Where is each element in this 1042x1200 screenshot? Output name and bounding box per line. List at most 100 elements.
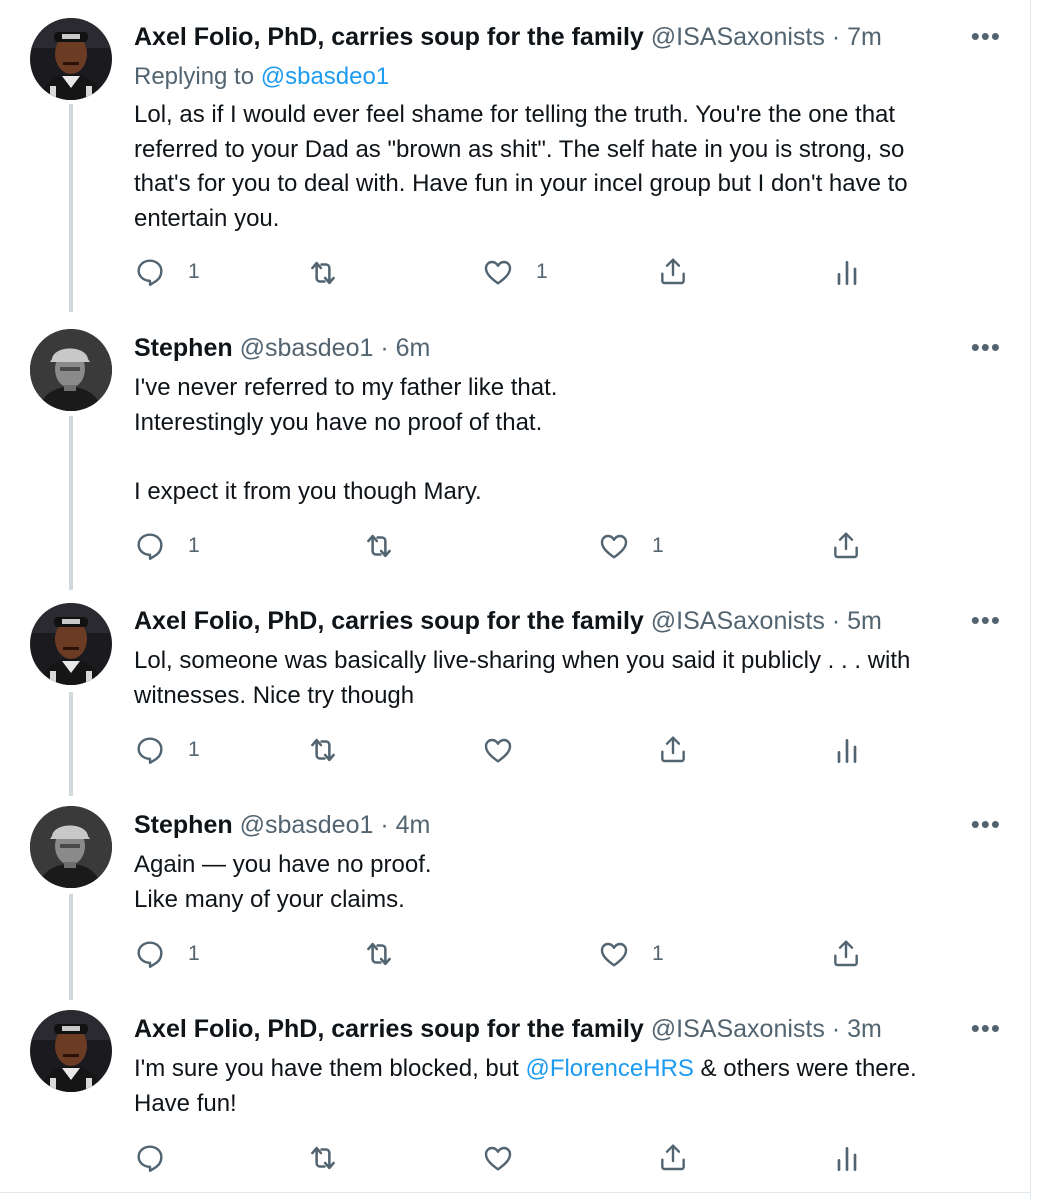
timestamp[interactable]: 4m bbox=[396, 811, 431, 839]
reply-icon bbox=[134, 734, 166, 766]
tweet-header: Axel Folio, PhD, carries soup for the fa… bbox=[134, 606, 971, 636]
user-handle[interactable]: @ISASaxonists bbox=[651, 1015, 825, 1043]
tweet-text-line: Lol, someone was basically live-sharing … bbox=[134, 647, 911, 674]
tweet[interactable]: Stephen @sbasdeo1 · 6m ••• I've never re… bbox=[0, 312, 1031, 588]
share-button[interactable] bbox=[830, 937, 862, 969]
share-icon bbox=[830, 937, 862, 969]
separator: · bbox=[831, 23, 841, 51]
retweet-icon bbox=[362, 937, 396, 971]
like-button[interactable]: 1 bbox=[598, 530, 664, 562]
user-handle[interactable]: @ISASaxonists bbox=[651, 607, 825, 635]
tweet-text-line: I'm sure you have them blocked, but @Flo… bbox=[134, 1052, 1004, 1087]
reply-button[interactable]: 1 bbox=[134, 530, 200, 562]
user-handle[interactable]: @sbasdeo1 bbox=[240, 811, 374, 839]
tweet-header: Stephen @sbasdeo1 · 4m bbox=[134, 810, 971, 840]
analytics-icon bbox=[831, 257, 863, 289]
user-handle[interactable]: @ISASaxonists bbox=[651, 23, 825, 51]
display-name[interactable]: Axel Folio, PhD, carries soup for the fa… bbox=[134, 1015, 644, 1043]
share-button[interactable] bbox=[830, 529, 862, 561]
reply-count: 1 bbox=[188, 260, 200, 283]
reply-count: 1 bbox=[188, 738, 200, 761]
tweet[interactable]: Axel Folio, PhD, carries soup for the fa… bbox=[0, 0, 1031, 312]
separator: · bbox=[380, 334, 389, 362]
tweet-text: Lol, as if I would ever feel shame for t… bbox=[134, 98, 1004, 236]
reply-button[interactable]: 1 bbox=[134, 938, 200, 970]
retweet-button[interactable] bbox=[362, 937, 396, 971]
reply-button[interactable]: 1 bbox=[134, 734, 200, 766]
tweet-text-line: Interestingly you have no proof of that. bbox=[134, 408, 543, 436]
timestamp[interactable]: 3m bbox=[847, 1015, 882, 1043]
like-button[interactable]: 1 bbox=[482, 256, 548, 288]
retweet-button[interactable] bbox=[362, 529, 396, 563]
tweet[interactable]: Stephen @sbasdeo1 · 4m ••• Again — you h… bbox=[0, 796, 1031, 1000]
like-icon bbox=[598, 938, 630, 970]
tweet-header: Axel Folio, PhD, carries soup for the fa… bbox=[134, 1014, 971, 1044]
share-button[interactable] bbox=[657, 733, 689, 765]
retweet-icon bbox=[362, 529, 396, 563]
timestamp[interactable]: 5m bbox=[847, 607, 882, 635]
avatar[interactable] bbox=[30, 806, 112, 888]
reply-button[interactable] bbox=[134, 1142, 166, 1174]
tweet[interactable]: Axel Folio, PhD, carries soup for the fa… bbox=[0, 588, 1031, 796]
analytics-button[interactable] bbox=[831, 1143, 863, 1175]
reply-icon bbox=[134, 256, 166, 288]
reply-button[interactable]: 1 bbox=[134, 256, 200, 288]
tweet-text-line: entertain you. bbox=[134, 204, 280, 232]
analytics-icon bbox=[831, 1143, 863, 1175]
retweet-icon bbox=[306, 1141, 340, 1175]
timestamp[interactable]: 7m bbox=[847, 23, 882, 51]
retweet-button[interactable] bbox=[306, 256, 340, 290]
user-handle[interactable]: @sbasdeo1 bbox=[240, 334, 374, 362]
display-name[interactable]: Stephen bbox=[134, 334, 233, 362]
tweet-text-line: Like many of your claims. bbox=[134, 885, 405, 913]
more-options-icon[interactable]: ••• bbox=[971, 23, 1001, 49]
like-icon bbox=[482, 734, 514, 766]
share-icon bbox=[657, 733, 689, 765]
tweet-text-segment: I'm sure you have them blocked, but bbox=[134, 1055, 526, 1082]
avatar[interactable] bbox=[30, 603, 112, 685]
share-button[interactable] bbox=[657, 255, 689, 287]
tweet[interactable]: Axel Folio, PhD, carries soup for the fa… bbox=[0, 1000, 1031, 1192]
reply-count: 1 bbox=[188, 534, 200, 557]
tweet-header: Stephen @sbasdeo1 · 6m bbox=[134, 333, 971, 363]
analytics-button[interactable] bbox=[831, 735, 863, 767]
analytics-button[interactable] bbox=[831, 257, 863, 289]
share-icon bbox=[830, 529, 862, 561]
share-button[interactable] bbox=[657, 1141, 689, 1173]
retweet-button[interactable] bbox=[306, 1141, 340, 1175]
more-options-icon[interactable]: ••• bbox=[971, 811, 1001, 837]
tweet-header: Axel Folio, PhD, carries soup for the fa… bbox=[134, 22, 971, 52]
mention-link[interactable]: @FlorenceHRS bbox=[525, 1055, 693, 1082]
more-options-icon[interactable]: ••• bbox=[971, 1015, 1001, 1041]
tweet-text-line: Have fun! bbox=[134, 1089, 237, 1117]
avatar[interactable] bbox=[30, 329, 112, 411]
tweet-text-line: Lol, as if I would ever feel shame for t… bbox=[134, 101, 896, 128]
tweet-text: I'm sure you have them blocked, but @Flo… bbox=[134, 1052, 1004, 1121]
timestamp[interactable]: 6m bbox=[396, 334, 431, 362]
replying-to-link[interactable]: @sbasdeo1 bbox=[261, 63, 389, 90]
reply-icon bbox=[134, 938, 166, 970]
tweet-text-line: witnesses. Nice try though bbox=[134, 681, 415, 709]
reply-icon bbox=[134, 530, 166, 562]
avatar[interactable] bbox=[30, 1010, 112, 1092]
share-icon bbox=[657, 1141, 689, 1173]
analytics-icon bbox=[831, 735, 863, 767]
retweet-button[interactable] bbox=[306, 733, 340, 767]
display-name[interactable]: Stephen bbox=[134, 811, 233, 839]
more-options-icon[interactable]: ••• bbox=[971, 607, 1001, 633]
avatar[interactable] bbox=[30, 18, 112, 100]
display-name[interactable]: Axel Folio, PhD, carries soup for the fa… bbox=[134, 607, 644, 635]
like-count: 1 bbox=[652, 942, 664, 965]
tweet-text: I've never referred to my father like th… bbox=[134, 371, 1004, 509]
share-icon bbox=[657, 255, 689, 287]
like-button[interactable] bbox=[482, 1142, 514, 1174]
tweet-text: Lol, someone was basically live-sharing … bbox=[134, 644, 1004, 713]
display-name[interactable]: Axel Folio, PhD, carries soup for the fa… bbox=[134, 23, 644, 51]
separator: · bbox=[831, 1015, 841, 1043]
like-icon bbox=[482, 256, 514, 288]
more-options-icon[interactable]: ••• bbox=[971, 334, 1001, 360]
like-button[interactable]: 1 bbox=[598, 938, 664, 970]
like-button[interactable] bbox=[482, 734, 514, 766]
tweet-text-segment: & others were there. bbox=[693, 1055, 917, 1082]
